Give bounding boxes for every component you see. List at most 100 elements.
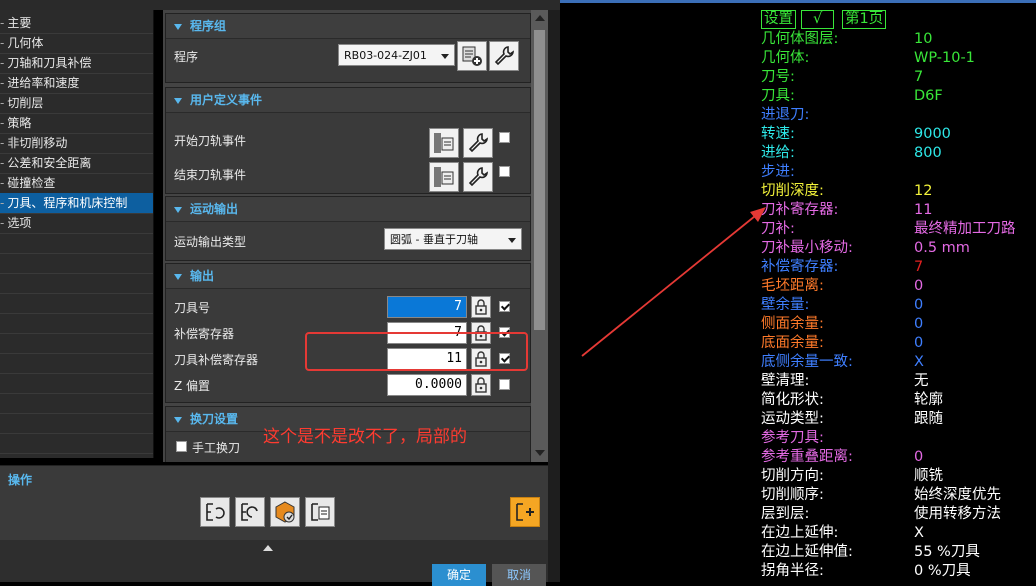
cam-param-value: 轮廓	[914, 392, 943, 408]
tree-connector: -	[0, 216, 5, 230]
dialog-footer: 确定 取消	[0, 540, 548, 586]
cam-param-value: 10	[914, 31, 933, 47]
scrollbar-thumb[interactable]	[534, 30, 545, 330]
top-strip	[0, 0, 560, 10]
collapse-icon	[174, 97, 182, 104]
cam-param-value: 0	[914, 297, 924, 313]
replay-button[interactable]	[235, 497, 265, 527]
cam-param-value: 无	[914, 373, 929, 389]
motion-output-type-select[interactable]: 圆弧 - 垂直于刀轴	[384, 228, 522, 250]
cam-param-value: 11	[914, 202, 933, 218]
tree-item[interactable]: - 主要	[0, 13, 153, 33]
tree-item-label: 主要	[7, 16, 32, 30]
cam-param-value: 始终深度优先	[914, 487, 1001, 503]
tree-item[interactable]: - 切削层	[0, 93, 153, 113]
generate-button[interactable]	[200, 497, 230, 527]
program-group-header[interactable]: 程序组	[166, 14, 530, 39]
replay-icon	[241, 503, 258, 521]
tree-item-label: 非切削移动	[7, 136, 68, 150]
tree-item-label: 刀具、程序和机床控制	[7, 196, 128, 210]
lock-button[interactable]	[471, 374, 491, 396]
tree-item[interactable]: - 非切削移动	[0, 133, 153, 153]
output-header[interactable]: 输出	[166, 264, 530, 289]
tree-item[interactable]: - 刀轴和刀具补偿	[0, 53, 153, 73]
cam-param-value: 55 %刀具	[914, 544, 980, 560]
page-tab[interactable]: 第1页	[842, 10, 887, 29]
output-row-value-input[interactable]: 0.0000	[387, 374, 467, 396]
cam-param-label: 刀补寄存器:	[761, 202, 839, 218]
lock-button[interactable]	[471, 296, 491, 318]
cam-param-label: 运动类型:	[761, 411, 824, 427]
cam-param-value: D6F	[914, 88, 943, 104]
events-list-icon	[434, 167, 454, 187]
manual-tool-change-checkbox[interactable]	[176, 441, 187, 452]
events-list-icon	[434, 133, 454, 153]
expand-up-icon[interactable]	[263, 545, 273, 551]
tree-item[interactable]: - 几何体	[0, 33, 153, 53]
tree-divider	[0, 313, 153, 314]
tree-item-label: 几何体	[7, 36, 44, 50]
tree-divider	[0, 453, 153, 454]
start-path-events-label: 开始刀轨事件	[174, 134, 247, 148]
tree-item[interactable]: - 策略	[0, 113, 153, 133]
scroll-up-icon[interactable]	[535, 15, 545, 21]
verify-button[interactable]	[270, 497, 300, 527]
edit-program-button[interactable]	[489, 41, 519, 71]
program-label: 程序	[174, 50, 199, 64]
tree-connector: -	[0, 156, 5, 170]
settings-scrollbar[interactable]	[531, 10, 548, 462]
tree-item[interactable]: - 碰撞检查	[0, 173, 153, 193]
settings-tab[interactable]: 设置	[761, 10, 796, 29]
program-group-section: 程序组 程序 RB03-024-ZJ01	[165, 13, 531, 83]
cam-param-label: 进退刀:	[761, 107, 810, 123]
tree-connector: -	[0, 96, 5, 110]
scroll-down-icon[interactable]	[535, 450, 545, 456]
lock-icon	[475, 299, 487, 315]
tree-connector: -	[0, 136, 5, 150]
end-events-list-button[interactable]	[429, 162, 459, 192]
cam-param-label: 壁余量:	[761, 297, 810, 313]
motion-output-header[interactable]: 运动输出	[166, 197, 530, 222]
output-row-value-input[interactable]: 7	[387, 296, 467, 318]
program-select[interactable]: RB03-024-ZJ01	[338, 44, 455, 66]
cam-param-value: 12	[914, 183, 933, 199]
tree-divider	[0, 333, 153, 334]
list-icon	[311, 503, 330, 521]
cam-param-label: 切削方向:	[761, 468, 824, 484]
window-gap	[548, 10, 560, 582]
list-button[interactable]	[305, 497, 335, 527]
tree-connector: -	[0, 16, 5, 30]
add-operation-button[interactable]	[510, 497, 540, 527]
cam-param-label: 几何体:	[761, 50, 810, 66]
tree-item[interactable]: - 刀具、程序和机床控制	[0, 193, 153, 213]
output-row-checkbox[interactable]	[499, 379, 510, 390]
user-events-header[interactable]: 用户定义事件	[166, 88, 530, 113]
tree-connector: -	[0, 76, 5, 90]
new-program-icon	[462, 46, 482, 66]
cam-param-label: 刀号:	[761, 69, 795, 85]
tree-item-label: 策略	[7, 116, 32, 130]
cancel-button[interactable]: 取消	[492, 564, 546, 586]
tree-item-label: 碰撞检查	[7, 176, 56, 190]
start-events-checkbox[interactable]	[499, 132, 510, 143]
navigation-tree: - 主要 - 几何体 - 刀轴和刀具补偿 - 进给率和速度 - 切削层 - 策略 - 非切削移动 - 公差和安…	[0, 10, 154, 458]
tree-item[interactable]: - 公差和安全距离	[0, 153, 153, 173]
cam-param-label: 几何体图层:	[761, 31, 839, 47]
tree-item[interactable]: - 选项	[0, 213, 153, 233]
start-events-edit-button[interactable]	[463, 128, 493, 158]
output-row-label: 刀具号	[174, 301, 211, 315]
collapse-icon	[174, 273, 182, 280]
ok-button[interactable]: 确定	[432, 564, 486, 586]
end-events-edit-button[interactable]	[463, 162, 493, 192]
start-events-list-button[interactable]	[429, 128, 459, 158]
cam-param-label: 底侧余量一致:	[761, 354, 853, 370]
new-program-button[interactable]	[457, 41, 487, 71]
cam-param-value: 0	[914, 316, 924, 332]
output-row-checkbox[interactable]	[499, 301, 510, 312]
tree-item[interactable]: - 进给率和速度	[0, 73, 153, 93]
cam-param-label: 壁清理:	[761, 373, 810, 389]
check-tab[interactable]: √	[801, 10, 835, 29]
settings-panel: 程序组 程序 RB03-024-ZJ01 用户定义事件 开始刀轨事件 结束刀轨事…	[163, 10, 531, 462]
end-events-checkbox[interactable]	[499, 166, 510, 177]
cam-param-value: 0	[914, 278, 924, 294]
